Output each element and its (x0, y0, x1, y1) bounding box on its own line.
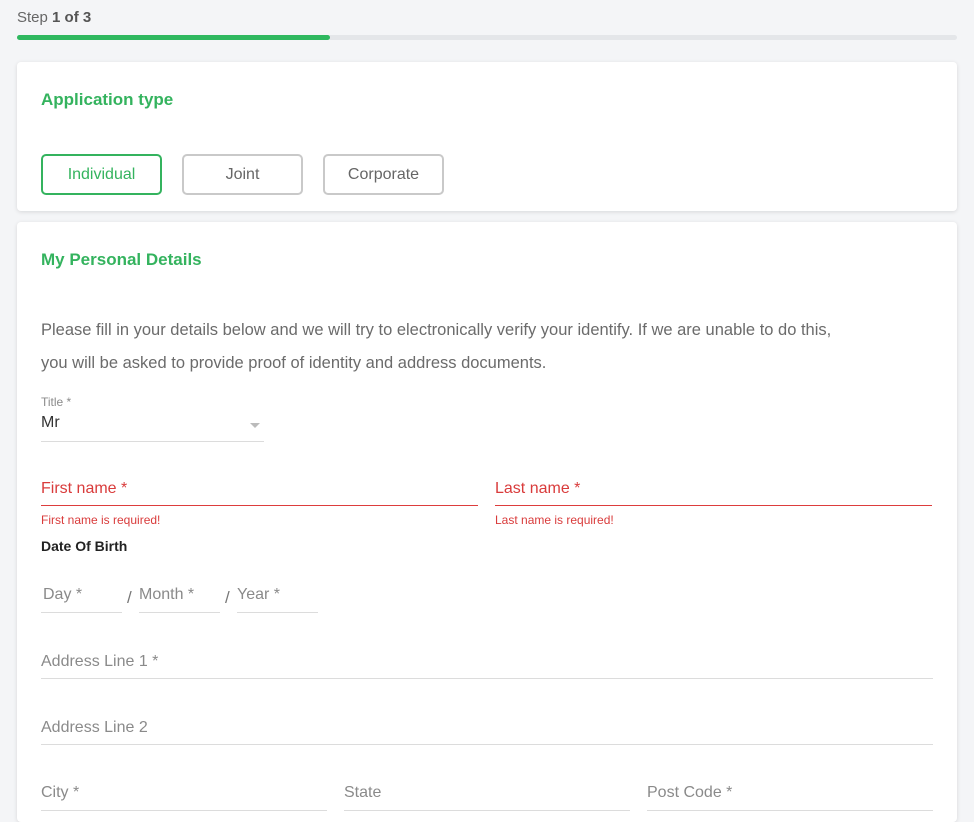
dob-month-placeholder: Month * (139, 586, 195, 603)
city-input[interactable]: City * (41, 777, 327, 811)
dob-year-underline (237, 612, 318, 613)
dob-separator-2: / (225, 588, 230, 607)
post-code-placeholder: Post Code * (647, 784, 733, 801)
address-line-2-input[interactable]: Address Line 2 (41, 711, 933, 745)
address-line-2-underline (41, 744, 933, 745)
dob-day-input[interactable]: Day * (41, 580, 122, 613)
last-name-error: Last name is required! (495, 513, 614, 527)
intro-line-2: you will be asked to provide proof of id… (41, 354, 547, 372)
dob-year-input[interactable]: Year * (237, 580, 318, 613)
address-line-1-input[interactable]: Address Line 1 * (41, 645, 933, 679)
intro-text: Please fill in your details below and we… (41, 314, 931, 380)
address-line-2-placeholder: Address Line 2 (41, 719, 148, 736)
personal-details-title: My Personal Details (41, 250, 202, 269)
dob-month-input[interactable]: Month * (139, 580, 220, 613)
application-type-title: Application type (41, 90, 174, 109)
address-line-1-underline (41, 678, 933, 679)
title-label: Title * (41, 395, 72, 409)
progress-bar (17, 35, 957, 40)
first-name-placeholder: First name * (41, 480, 128, 497)
title-select[interactable]: Title * Mr (41, 392, 264, 442)
state-placeholder: State (344, 784, 382, 801)
application-type-card: Application type Individual Joint Corpor… (17, 62, 957, 211)
last-name-input[interactable]: Last name * (495, 474, 932, 506)
intro-line-1: Please fill in your details below and we… (41, 321, 832, 339)
last-name-underline (495, 505, 932, 506)
state-input[interactable]: State (344, 777, 630, 811)
post-code-input[interactable]: Post Code * (647, 777, 933, 811)
dob-month-underline (139, 612, 220, 613)
corporate-button[interactable]: Corporate (323, 154, 444, 195)
step-indicator: Step 1 of 3 (17, 9, 91, 26)
first-name-underline (41, 505, 478, 506)
first-name-error: First name is required! (41, 513, 161, 527)
dob-separator-1: / (127, 588, 132, 607)
dob-year-placeholder: Year * (237, 586, 280, 603)
title-value: Mr (41, 414, 60, 431)
address-line-1-placeholder: Address Line 1 * (41, 653, 159, 670)
dob-label: Date Of Birth (41, 538, 128, 554)
step-prefix: Step (17, 9, 48, 26)
personal-details-card: My Personal Details Please fill in your … (17, 222, 957, 822)
title-underline (41, 441, 264, 442)
dob-day-underline (41, 612, 122, 613)
step-value: 1 of 3 (52, 9, 92, 26)
progress-fill (17, 35, 331, 40)
first-name-input[interactable]: First name * (41, 474, 478, 506)
chevron-down-icon (250, 423, 260, 428)
individual-button[interactable]: Individual (41, 154, 162, 195)
city-placeholder: City * (41, 784, 80, 801)
dob-day-placeholder: Day * (43, 586, 83, 603)
joint-button[interactable]: Joint (182, 154, 303, 195)
last-name-placeholder: Last name * (495, 480, 581, 497)
